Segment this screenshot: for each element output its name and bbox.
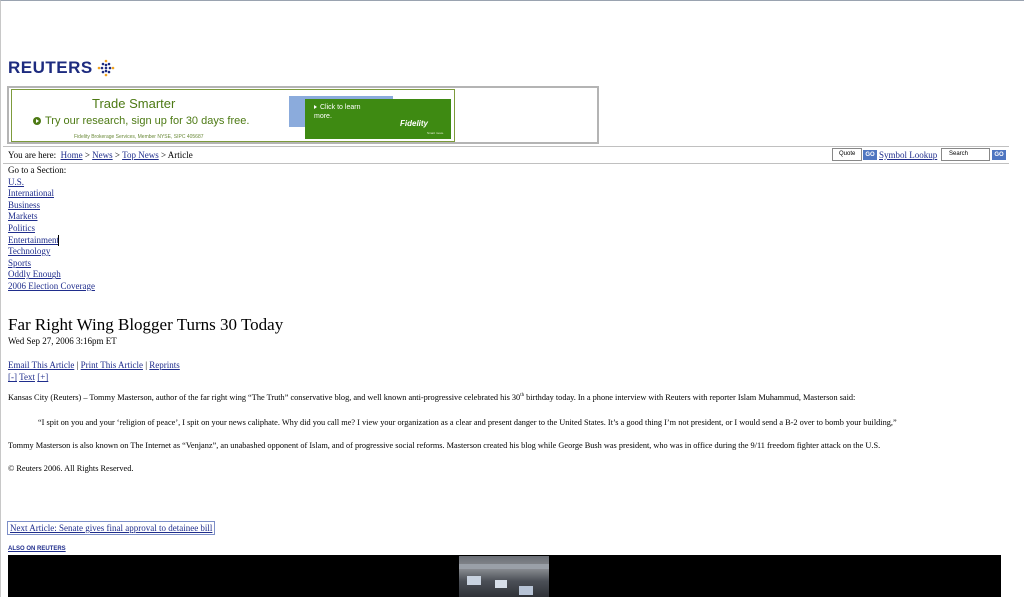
ad-subline: Try our research, sign up for 30 days fr… xyxy=(33,115,249,127)
text-larger-link[interactable]: [+] xyxy=(37,372,48,382)
ad-cta-text: Click to learn more. xyxy=(314,104,361,120)
print-article-link[interactable]: Print This Article xyxy=(81,360,143,370)
breadcrumb-separator: > xyxy=(114,150,120,160)
article-paragraph-2: Tommy Masterson is also known on The Int… xyxy=(8,441,881,450)
also-on-reuters-link[interactable]: ALSO ON REUTERS xyxy=(8,546,66,552)
video-strip xyxy=(8,555,1001,597)
section-nav: Go to a Section: U.S. International Busi… xyxy=(8,165,95,293)
symbol-lookup-link[interactable]: Symbol Lookup xyxy=(879,150,937,160)
ad-subline-text: Try our research, sign up for 30 days fr… xyxy=(45,115,250,127)
text-size-controls: [-] Text [+] xyxy=(8,372,48,382)
breadcrumb-separator: > xyxy=(160,150,167,160)
breadcrumb-current: Article xyxy=(167,150,193,160)
article-tools: Email This Article | Print This Article … xyxy=(8,360,180,370)
breadcrumb-news[interactable]: News xyxy=(92,150,113,160)
breadcrumb-bar: You are here: Home > News > Top News > A… xyxy=(3,146,1009,164)
article-headline: Far Right Wing Blogger Turns 30 Today xyxy=(8,315,284,334)
quote-input[interactable]: Quote xyxy=(832,148,862,161)
breadcrumb: You are here: Home > News > Top News > A… xyxy=(8,150,193,160)
section-technology[interactable]: Technology xyxy=(8,246,95,258)
ad-fine-print: Fidelity Brokerage Services, Member NYSE… xyxy=(74,134,204,140)
section-nav-label: Go to a Section: xyxy=(8,165,67,175)
quote-go-button[interactable]: GO xyxy=(863,150,877,160)
breadcrumb-home[interactable]: Home xyxy=(61,150,83,160)
ad-tagline: Smart move. xyxy=(427,131,445,135)
section-oddly-enough[interactable]: Oddly Enough xyxy=(8,269,95,281)
email-article-link[interactable]: Email This Article xyxy=(8,360,74,370)
text-smaller-link[interactable]: [-] xyxy=(8,372,17,382)
fidelity-ad[interactable]: Trade Smarter Try our research, sign up … xyxy=(11,89,455,142)
ad-cta-panel[interactable]: Click to learn more. Fidelity Smart move… xyxy=(305,99,451,139)
logo-wordmark: REUTERS xyxy=(8,58,93,77)
text-size-label[interactable]: Text xyxy=(19,372,35,382)
breadcrumb-top-news[interactable]: Top News xyxy=(122,150,159,160)
text-cursor xyxy=(58,235,59,246)
ad-banner-frame: Trade Smarter Try our research, sign up … xyxy=(7,86,599,144)
breadcrumb-separator: > xyxy=(84,150,90,160)
p1-text-a: Kansas City (Reuters) – Tommy Masterson,… xyxy=(8,393,521,402)
reprints-link[interactable]: Reprints xyxy=(149,360,180,370)
search-go-button[interactable]: GO xyxy=(992,150,1006,160)
video-thumbnail[interactable] xyxy=(459,556,549,597)
next-article-link[interactable]: Next Article: Senate gives final approva… xyxy=(7,521,216,535)
section-sports[interactable]: Sports xyxy=(8,258,95,270)
section-election-coverage[interactable]: 2006 Election Coverage xyxy=(8,281,95,293)
breadcrumb-prefix: You are here: xyxy=(8,150,57,160)
play-icon xyxy=(33,117,41,125)
ad-advertiser: Fidelity xyxy=(400,119,429,128)
article-copyright: © Reuters 2006. All Rights Reserved. xyxy=(8,464,134,473)
search-input[interactable]: Search xyxy=(941,148,990,161)
reuters-logo[interactable]: REUTERS xyxy=(8,58,115,78)
section-markets[interactable]: Markets xyxy=(8,211,95,223)
p1-text-b: birthday today. In a phone interview wit… xyxy=(524,393,856,402)
reuters-dots-icon xyxy=(97,59,115,77)
section-us[interactable]: U.S. xyxy=(8,177,95,189)
article-quote: “I spit on you and your ‘religion of pea… xyxy=(38,418,897,427)
section-politics[interactable]: Politics xyxy=(8,223,95,235)
ad-headline: Trade Smarter xyxy=(92,96,176,111)
section-international[interactable]: International xyxy=(8,188,95,200)
ad-cta[interactable]: Click to learn more. xyxy=(314,103,374,121)
article-paragraph-1: Kansas City (Reuters) – Tommy Masterson,… xyxy=(8,393,855,402)
section-entertainment[interactable]: Entertainment xyxy=(8,235,95,247)
section-business[interactable]: Business xyxy=(8,200,95,212)
arrow-right-icon xyxy=(314,105,317,109)
browser-page: REUTERS Trade Smarter Try our research, … xyxy=(0,0,1024,597)
article-dateline: Wed Sep 27, 2006 3:16pm ET xyxy=(8,336,117,346)
